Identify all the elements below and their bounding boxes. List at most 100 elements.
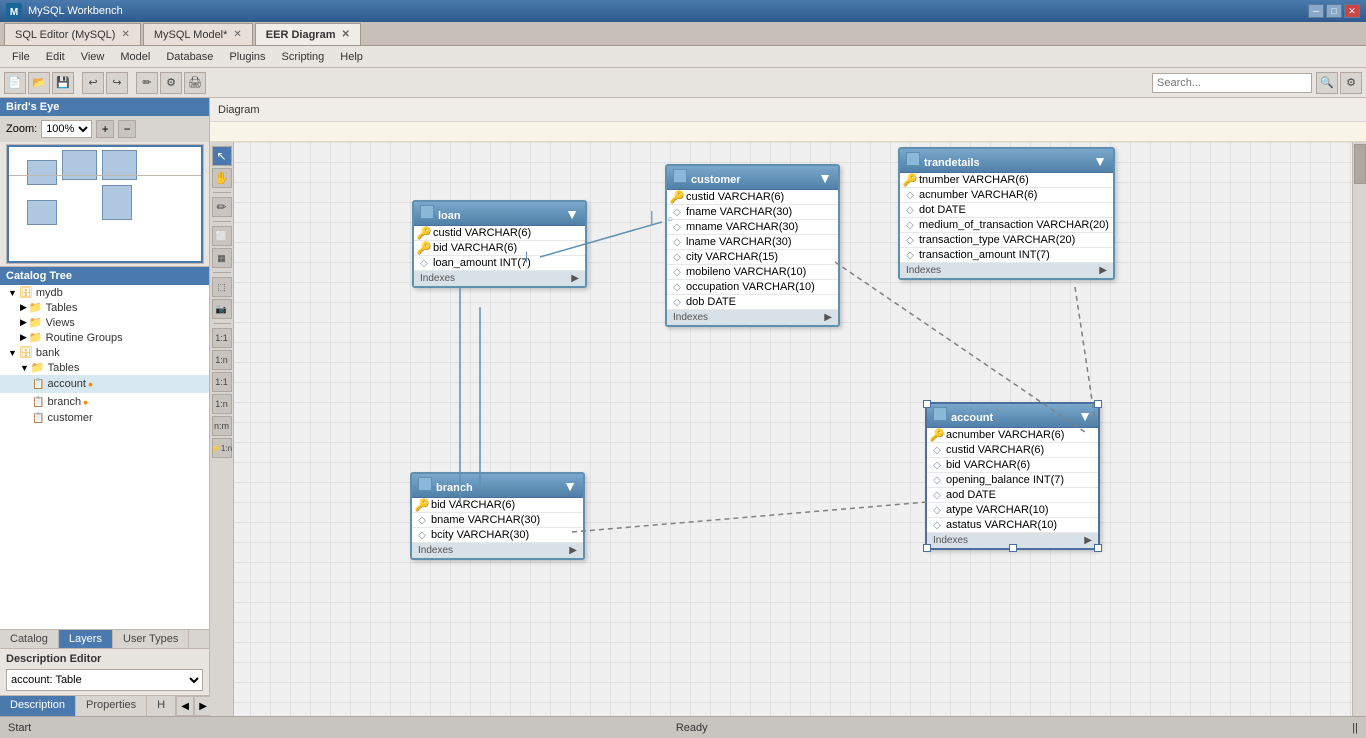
zoom-out-btn[interactable]: − [118, 120, 136, 138]
loan-field-custid[interactable]: 🔑 custid VARCHAR(6) [414, 226, 585, 241]
table-tool-btn[interactable]: ⬜ [212, 226, 232, 246]
tree-item-mydb-routines[interactable]: ▶ 📁 Routine Groups [0, 330, 209, 345]
toolbar-open-btn[interactable]: 📂 [28, 72, 50, 94]
tree-item-branch[interactable]: 📋 branch • [0, 393, 209, 411]
customer-field-fname[interactable]: ◇ fname VARCHAR(30) [667, 205, 838, 220]
branch-field-bname[interactable]: ◇ bname VARCHAR(30) [412, 513, 583, 528]
tree-item-bank-tables[interactable]: ▼ 📁 Tables [0, 360, 209, 375]
rel1-btn[interactable]: 1:1 [212, 328, 232, 348]
tab-close-eer[interactable]: ✕ [342, 29, 350, 40]
scrollbar-thumb[interactable] [1354, 144, 1366, 184]
toolbar-save-btn[interactable]: 💾 [52, 72, 74, 94]
menu-view[interactable]: View [73, 49, 113, 65]
view-tool-btn[interactable]: ▦ [212, 248, 232, 268]
trandetails-field-type[interactable]: ◇ transaction_type VARCHAR(20) [900, 233, 1113, 248]
tree-item-mydb-views[interactable]: ▶ 📁 Views [0, 315, 209, 330]
customer-field-mobileno[interactable]: ◇ mobileno VARCHAR(10) [667, 265, 838, 280]
trandetails-indexes[interactable]: Indexes ▶ [900, 263, 1113, 278]
rel3-btn[interactable]: 1:1 [212, 372, 232, 392]
tab-layers[interactable]: Layers [59, 630, 113, 648]
trandetails-expand-btn[interactable]: ▼ [1093, 153, 1107, 169]
resize-handle-br[interactable] [1094, 544, 1102, 552]
customer-field-lname[interactable]: ◇ lname VARCHAR(30) [667, 235, 838, 250]
tab-prev-btn[interactable]: ◀ [176, 696, 194, 716]
trandetails-field-acnumber[interactable]: ◇ acnumber VARCHAR(6) [900, 188, 1113, 203]
table-trandetails[interactable]: trandetails ▼ 🔑 tnumber VARCHAR(6) ◇ acn… [898, 147, 1115, 280]
table-account[interactable]: account ▼ 🔑 acnumber VARCHAR(6) ◇ custid… [925, 402, 1100, 550]
layer-tool-btn[interactable]: ⬚ [212, 277, 232, 297]
zoom-select[interactable]: 50% 75% 100% 125% 150% [41, 120, 92, 138]
customer-field-city[interactable]: ◇ city VARCHAR(15) [667, 250, 838, 265]
desc-editor-select[interactable]: account: Table branch: Table customer: T… [6, 669, 203, 691]
resize-handle-bl[interactable] [923, 544, 931, 552]
toolbar-redo-btn[interactable]: ↪ [106, 72, 128, 94]
branch-field-bcity[interactable]: ◇ bcity VARCHAR(30) [412, 528, 583, 543]
tree-item-customer[interactable]: 📋 customer [0, 411, 209, 425]
toolbar-settings-btn[interactable]: ⚙ [1340, 72, 1362, 94]
resize-handle-bm[interactable] [1009, 544, 1017, 552]
table-loan[interactable]: loan ▼ 🔑 custid VARCHAR(6) 🔑 bid VARCHAR… [412, 200, 587, 288]
customer-field-dob[interactable]: ◇ dob DATE [667, 295, 838, 310]
tree-item-bank[interactable]: ▼ 🗄 bank [0, 345, 209, 360]
account-field-atype[interactable]: ◇ atype VARCHAR(10) [927, 503, 1098, 518]
tab-description[interactable]: Description [0, 696, 76, 716]
rel5-btn[interactable]: n:m [212, 416, 232, 436]
menu-file[interactable]: File [4, 49, 38, 65]
resize-handle-tr[interactable] [1094, 400, 1102, 408]
branch-expand-btn[interactable]: ▼ [563, 478, 577, 494]
loan-expand-btn[interactable]: ▼ [565, 206, 579, 222]
toolbar-export-btn[interactable]: 🖨 [184, 72, 206, 94]
loan-field-bid[interactable]: 🔑 bid VARCHAR(6) [414, 241, 585, 256]
search-input[interactable] [1152, 73, 1312, 93]
account-expand-btn[interactable]: ▼ [1078, 408, 1092, 424]
customer-field-custid[interactable]: 🔑 custid VARCHAR(6) [667, 190, 838, 205]
customer-expand-btn[interactable]: ▼ [818, 170, 832, 186]
customer-field-occupation[interactable]: ◇ occupation VARCHAR(10) [667, 280, 838, 295]
maximize-btn[interactable]: □ [1326, 4, 1342, 18]
account-field-aod[interactable]: ◇ aod DATE [927, 488, 1098, 503]
tab-mysql-model[interactable]: MySQL Model* ✕ [143, 23, 253, 45]
loan-indexes[interactable]: Indexes ▶ [414, 271, 585, 286]
vertical-scrollbar[interactable] [1352, 142, 1366, 716]
account-field-bid[interactable]: ◇ bid VARCHAR(6) [927, 458, 1098, 473]
toolbar-search-btn[interactable]: 🔍 [1316, 72, 1338, 94]
zoom-in-btn[interactable]: + [96, 120, 114, 138]
trandetails-field-tnumber[interactable]: 🔑 tnumber VARCHAR(6) [900, 173, 1113, 188]
branch-field-bid[interactable]: 🔑 bid VARCHAR(6) [412, 498, 583, 513]
rel4-btn[interactable]: 1:n [212, 394, 232, 414]
tree-item-account[interactable]: 📋 account • [0, 375, 209, 393]
table-branch[interactable]: branch ▼ 🔑 bid VARCHAR(6) ◇ bname VARCHA… [410, 472, 585, 560]
minimize-btn[interactable]: ─ [1308, 4, 1324, 18]
table-customer[interactable]: customer ▼ 🔑 custid VARCHAR(6) ◇ fname V… [665, 164, 840, 327]
close-btn[interactable]: ✕ [1344, 4, 1360, 18]
menu-help[interactable]: Help [332, 49, 371, 65]
rel6-btn[interactable]: ⚡1:n [212, 438, 232, 458]
tab-sql-editor[interactable]: SQL Editor (MySQL) ✕ [4, 23, 141, 45]
rel2-btn[interactable]: 1:n [212, 350, 232, 370]
menu-database[interactable]: Database [158, 49, 221, 65]
menu-edit[interactable]: Edit [38, 49, 73, 65]
toolbar-edit-btn[interactable]: ✏ [136, 72, 158, 94]
tab-user-types[interactable]: User Types [113, 630, 189, 648]
tab-close-sql[interactable]: ✕ [121, 29, 129, 40]
minimap[interactable] [6, 144, 204, 264]
tab-properties[interactable]: Properties [76, 696, 147, 716]
tab-catalog[interactable]: Catalog [0, 630, 59, 648]
branch-indexes[interactable]: Indexes ▶ [412, 543, 583, 558]
trandetails-field-medium[interactable]: ◇ medium_of_transaction VARCHAR(20) [900, 218, 1113, 233]
tab-eer-diagram[interactable]: EER Diagram ✕ [255, 23, 361, 45]
resize-handle-tl[interactable] [923, 400, 931, 408]
trandetails-field-amount[interactable]: ◇ transaction_amount INT(7) [900, 248, 1113, 263]
menu-scripting[interactable]: Scripting [274, 49, 333, 65]
customer-indexes[interactable]: Indexes ▶ [667, 310, 838, 325]
tree-item-mydb-tables[interactable]: ▶ 📁 Tables [0, 300, 209, 315]
customer-field-mname[interactable]: ◇ mname VARCHAR(30) [667, 220, 838, 235]
account-field-custid[interactable]: ◇ custid VARCHAR(6) [927, 443, 1098, 458]
eraser-tool-btn[interactable]: ✏ [212, 197, 232, 217]
select-tool-btn[interactable]: ↖ [212, 146, 232, 166]
note-tool-btn[interactable]: 📷 [212, 299, 232, 319]
account-field-astatus[interactable]: ◇ astatus VARCHAR(10) [927, 518, 1098, 533]
tab-close-model[interactable]: ✕ [233, 29, 241, 40]
toolbar-new-btn[interactable]: 📄 [4, 72, 26, 94]
diagram-body[interactable]: ↖ ✋ ✏ ⬜ ▦ ⬚ 📷 1:1 1:n 1:1 1:n n:m ⚡1:n [210, 142, 1366, 716]
